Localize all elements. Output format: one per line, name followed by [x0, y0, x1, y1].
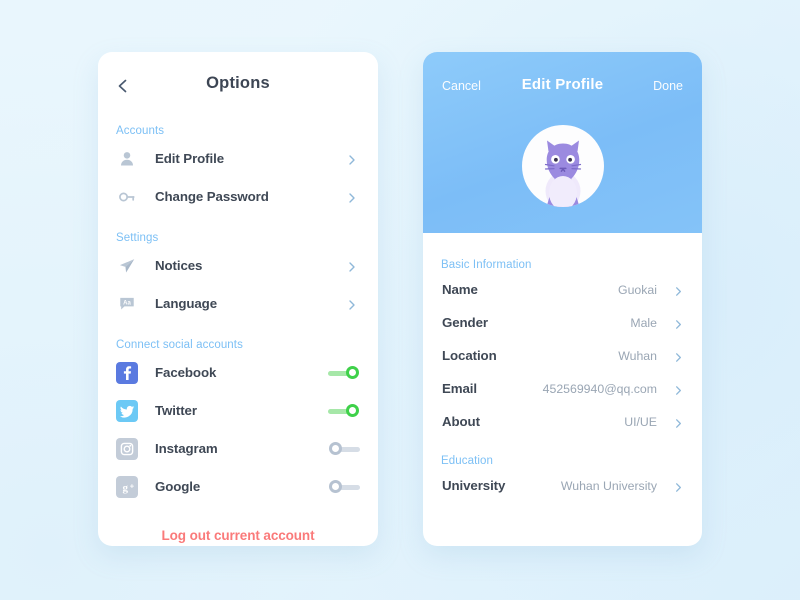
row-facebook[interactable]: Facebook — [98, 356, 378, 389]
facebook-icon — [116, 361, 138, 384]
svg-text:+: + — [130, 481, 135, 490]
row-label: Google — [155, 479, 201, 494]
field-label: Gender — [442, 315, 488, 330]
toggle-google[interactable] — [328, 479, 360, 495]
profile-hero: Cancel Edit Profile Done — [423, 52, 702, 233]
chevron-right-icon — [346, 298, 358, 310]
svg-text:g: g — [122, 482, 128, 494]
instagram-icon — [116, 437, 138, 460]
field-label: Location — [442, 348, 497, 363]
row-label: Twitter — [155, 403, 197, 418]
section-label-settings: Settings — [116, 232, 159, 244]
profile-info: Basic Information Name Guokai Gender Mal… — [423, 233, 702, 502]
cat-avatar-icon — [544, 140, 581, 207]
row-label: Notices — [155, 258, 203, 273]
chevron-right-icon — [346, 191, 358, 203]
options-card: Options Accounts Edit Profile Change Pas… — [98, 52, 378, 546]
chevron-right-icon — [673, 383, 684, 395]
row-change-password[interactable]: Change Password — [98, 180, 378, 213]
chevron-right-icon — [673, 416, 684, 428]
chevron-right-icon — [346, 153, 358, 165]
row-edit-profile[interactable]: Edit Profile — [98, 142, 378, 175]
row-instagram[interactable]: Instagram — [98, 432, 378, 465]
logout-button[interactable]: Log out current account — [98, 528, 378, 543]
row-twitter[interactable]: Twitter — [98, 394, 378, 427]
field-value: Wuhan — [618, 348, 657, 363]
language-bubble-icon: Aa — [116, 293, 138, 315]
row-label: Language — [155, 296, 217, 311]
toggle-instagram[interactable] — [328, 441, 360, 457]
field-email[interactable]: Email 452569940@qq.com — [423, 372, 702, 405]
avatar[interactable] — [521, 125, 604, 207]
edit-profile-card: Cancel Edit Profile Done Basic Informati… — [423, 52, 702, 546]
field-value: Male — [630, 315, 657, 330]
field-label: University — [442, 478, 506, 493]
field-value: 452569940@qq.com — [542, 381, 657, 396]
twitter-icon — [116, 399, 138, 422]
key-icon — [116, 186, 138, 208]
google-plus-icon: g + — [116, 475, 138, 498]
field-label: Email — [442, 381, 477, 396]
row-notices[interactable]: Notices — [98, 249, 378, 282]
chevron-right-icon — [346, 260, 358, 272]
row-label: Instagram — [155, 441, 218, 456]
field-value: UI/UE — [624, 414, 657, 429]
field-label: Name — [442, 282, 478, 297]
row-google[interactable]: g + Google — [98, 470, 378, 503]
field-about[interactable]: About UI/UE — [423, 405, 702, 438]
field-name[interactable]: Name Guokai — [423, 273, 702, 306]
field-value: Wuhan University — [560, 478, 657, 493]
done-button[interactable]: Done — [653, 79, 683, 93]
paper-plane-icon — [116, 255, 138, 277]
chevron-right-icon — [673, 284, 684, 296]
app-background: Options Accounts Edit Profile Change Pas… — [0, 0, 800, 600]
options-header: Options — [98, 52, 378, 118]
toggle-twitter[interactable] — [328, 403, 360, 419]
section-label-education: Education — [441, 455, 494, 467]
field-value: Guokai — [618, 282, 657, 297]
section-label-social: Connect social accounts — [116, 339, 243, 351]
section-label-accounts: Accounts — [116, 125, 165, 137]
field-label: About — [442, 414, 480, 429]
toggle-facebook[interactable] — [328, 365, 360, 381]
row-label: Facebook — [155, 365, 217, 380]
row-label: Change Password — [155, 189, 269, 204]
chevron-right-icon — [673, 480, 684, 492]
chevron-right-icon — [673, 317, 684, 329]
field-university[interactable]: University Wuhan University — [423, 469, 702, 502]
svg-text:Aa: Aa — [123, 300, 131, 306]
page-title: Options — [206, 74, 270, 92]
field-location[interactable]: Location Wuhan — [423, 339, 702, 372]
row-language[interactable]: Aa Language — [98, 287, 378, 320]
field-gender[interactable]: Gender Male — [423, 306, 702, 339]
row-label: Edit Profile — [155, 151, 224, 166]
person-icon — [116, 148, 138, 170]
section-label-basic-information: Basic Information — [441, 259, 532, 271]
chevron-right-icon — [673, 350, 684, 362]
